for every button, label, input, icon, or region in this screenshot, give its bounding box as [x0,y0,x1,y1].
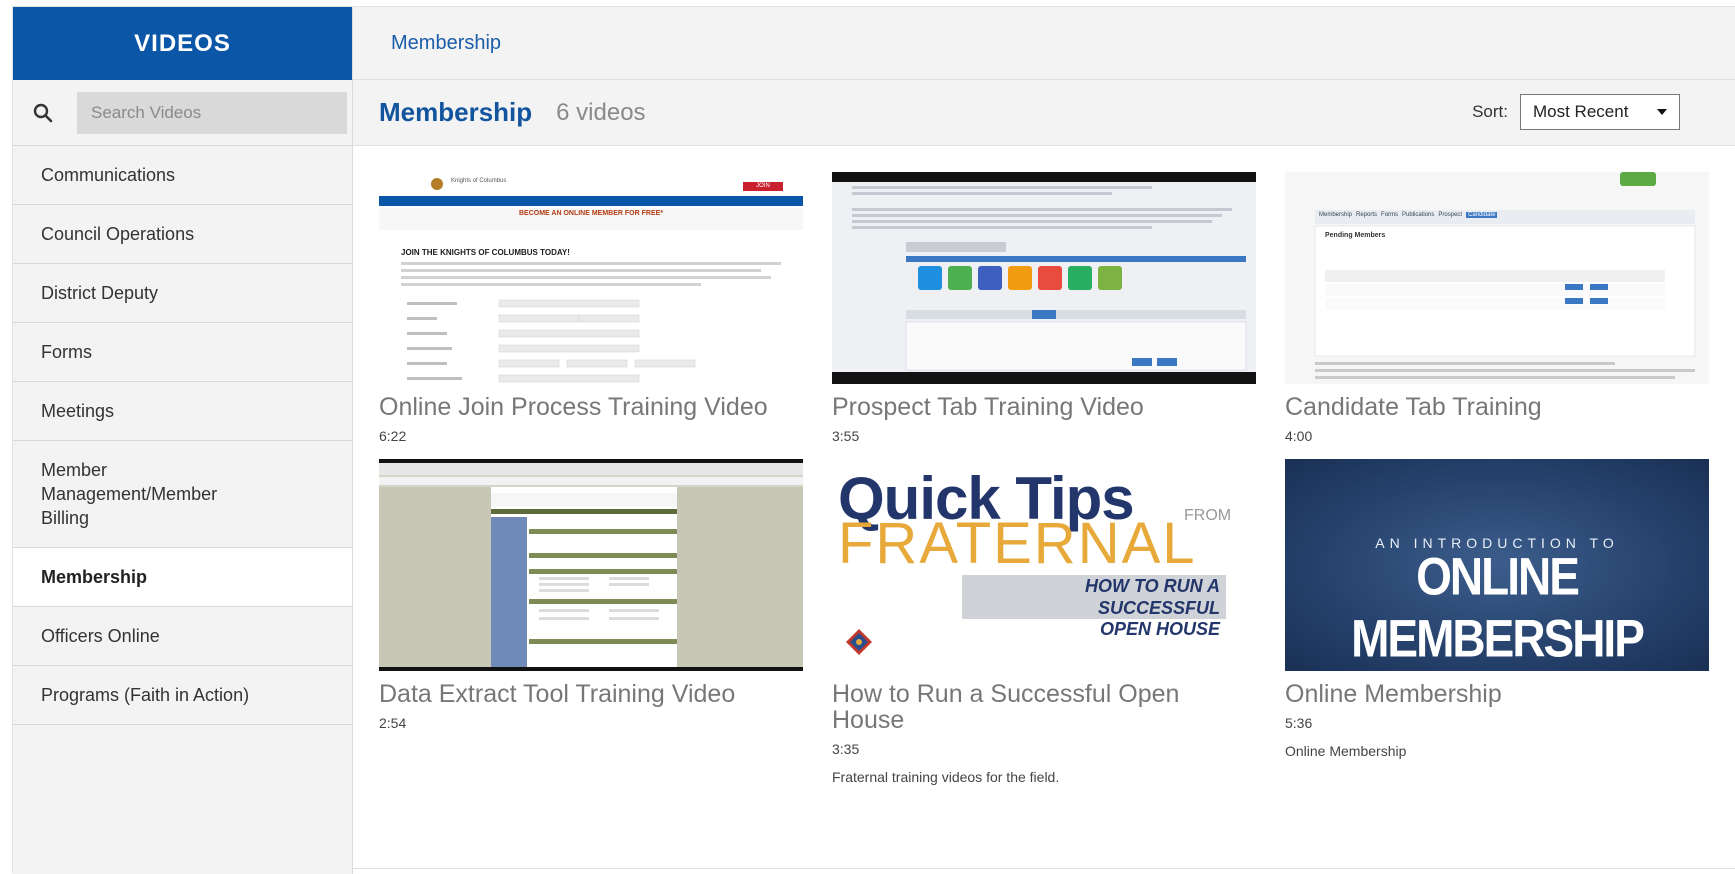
video-title[interactable]: Candidate Tab Training [1285,394,1709,420]
sidebar-item-label: Member Management/Member Billing [41,460,218,528]
video-card[interactable]: Quick Tips FROM FRATERNAL HOW TO RUN A S… [832,459,1256,785]
video-duration: 3:55 [832,428,860,444]
video-duration: 5:36 [1285,715,1313,731]
sort-select[interactable]: Most Recent [1520,94,1680,130]
sidebar-item-district-deputy[interactable]: District Deputy [13,264,352,323]
divider [353,868,1735,869]
sort-value: Most Recent [1533,102,1629,121]
video-card[interactable]: AN INTRODUCTION TO ONLINE MEMBERSHIP Onl… [1285,459,1709,759]
sidebar-item-communications[interactable]: Communications [13,146,352,205]
thumbnail-tabs: Membership Reports Forms Publications Pr… [1319,212,1498,218]
thumbnail-brand: Knights of Columbus [451,178,507,184]
thumbnail-fraternal: FRATERNAL [838,511,1197,576]
search-row [13,80,352,146]
sort-control: Sort: Most Recent [1472,94,1680,130]
sidebar-item-member-management[interactable]: Member Management/Member Billing [13,441,352,548]
thumbnail-panel-title: Pending Members [1325,232,1386,239]
video-title[interactable]: Data Extract Tool Training Video [379,681,803,707]
thumbnail-join-button: JOIN [756,183,770,189]
video-card[interactable]: Membership Reports Forms Publications Pr… [1285,172,1709,444]
sidebar-item-council-operations[interactable]: Council Operations [13,205,352,264]
thumbnail-banner-line2: OPEN HOUSE [1099,619,1220,639]
emblem-icon [846,629,872,655]
sidebar-item-meetings[interactable]: Meetings [13,382,352,441]
content-header: Membership 6 videos Sort: Most Recent [353,80,1735,146]
breadcrumb-link[interactable]: Membership [391,32,501,55]
video-title[interactable]: Prospect Tab Training Video [832,394,1256,420]
thumbnail-heading: JOIN THE KNIGHTS OF COLUMBUS TODAY! [401,248,570,257]
thumbnail-banner-line1: HOW TO RUN A SUCCESSFUL [1085,576,1220,618]
chevron-down-icon [1657,109,1667,115]
category-list: Communications Council Operations Distri… [13,146,352,725]
thumbnail-banner: BECOME AN ONLINE MEMBER FOR FREE* [518,210,664,217]
video-thumbnail[interactable]: AN INTRODUCTION TO ONLINE MEMBERSHIP [1285,459,1709,671]
breadcrumb: Membership [353,7,1735,80]
tab-candidate: Candidate [1466,212,1498,218]
video-thumbnail[interactable]: Knights of Columbus JOIN BECOME AN ONLIN… [379,172,803,384]
search-icon[interactable] [25,95,61,131]
video-thumbnail[interactable] [379,459,803,671]
tab-membership: Membership [1319,212,1353,218]
search-input[interactable] [77,91,347,134]
page-title: Membership [379,97,533,127]
video-title[interactable]: How to Run a Successful Open House [832,681,1256,733]
video-title[interactable]: Online Join Process Training Video [379,394,803,420]
video-duration: 3:35 [832,741,860,757]
tab-publications: Publications [1402,212,1435,218]
video-card[interactable]: Data Extract Tool Training Video 2:54 [379,459,803,731]
video-count: 6 videos [556,98,646,126]
sidebar-item-membership[interactable]: Membership [13,548,352,607]
sidebar-item-officers-online[interactable]: Officers Online [13,607,352,666]
sidebar-title: VIDEOS [13,7,352,80]
video-card[interactable]: Prospect Tab Training Video 3:55 [832,172,1256,444]
video-duration: 2:54 [379,715,407,731]
tab-reports: Reports [1356,212,1378,218]
sidebar-item-forms[interactable]: Forms [13,323,352,382]
video-description: Online Membership [1285,743,1407,759]
tab-forms: Forms [1381,212,1399,218]
videos-app: VIDEOS Communications Council Operations… [12,6,1735,874]
sidebar: VIDEOS Communications Council Operations… [13,7,353,874]
sort-label: Sort: [1472,102,1508,121]
video-description: Fraternal training videos for the field. [832,769,1060,785]
video-duration: 4:00 [1285,428,1313,444]
thumbnail-banner: HOW TO RUN A SUCCESSFUL OPEN HOUSE [962,575,1226,639]
thumbnail-headline: ONLINE MEMBERSHIP [1351,546,1645,668]
video-thumbnail[interactable]: Membership Reports Forms Publications Pr… [1285,172,1709,384]
video-card[interactable]: Knights of Columbus JOIN BECOME AN ONLIN… [379,172,803,444]
video-duration: 6:22 [379,428,407,444]
video-title[interactable]: Online Membership [1285,681,1709,707]
tab-prospect: Prospect [1438,212,1463,218]
video-thumbnail[interactable]: Quick Tips FROM FRATERNAL HOW TO RUN A S… [832,459,1256,671]
video-thumbnail[interactable] [832,172,1256,384]
sidebar-item-programs[interactable]: Programs (Faith in Action) [13,666,352,725]
main-content: Membership Membership 6 videos Sort: Mos… [353,7,1735,874]
